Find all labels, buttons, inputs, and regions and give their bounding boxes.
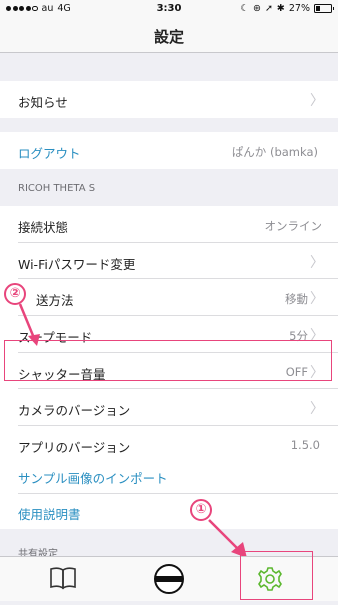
status-bar: au 4G 3:30 ☾ ⊛ ➚ ✱ 27% bbox=[0, 0, 338, 18]
annotation-arrow-2 bbox=[18, 303, 40, 346]
chevron-right-icon: 〉 bbox=[310, 93, 324, 109]
battery-percent: 27% bbox=[288, 3, 310, 14]
settings-row-manual[interactable]: 使用説明書 bbox=[0, 494, 338, 529]
chevron-right-icon: 〉 bbox=[310, 401, 324, 417]
settings-row-news[interactable]: お知らせ 〉 bbox=[0, 81, 338, 118]
sleep-value: 5分 bbox=[289, 329, 308, 343]
status-right: ☾ ⊛ ➚ ✱ 27% bbox=[240, 3, 334, 14]
chevron-right-icon: 〉 bbox=[310, 291, 324, 307]
chevron-right-icon: 〉 bbox=[310, 255, 324, 271]
gear-icon bbox=[258, 567, 282, 591]
theta-capture-icon bbox=[154, 564, 184, 594]
bluetooth-icon: ✱ bbox=[276, 3, 285, 14]
row-label: アプリのバージョン bbox=[18, 440, 131, 455]
settings-row-wifi-password[interactable]: Wi-Fiパスワード変更 〉 bbox=[0, 243, 338, 279]
navigation-bar: 設定 bbox=[0, 18, 338, 53]
page-title: 設定 bbox=[153, 28, 184, 46]
location-arrow-icon: ➚ bbox=[264, 3, 273, 14]
settings-row-sleep[interactable]: スープモード 5分 〉 bbox=[0, 316, 338, 353]
transfer-mode-value: 移動 bbox=[285, 292, 308, 306]
row-label: シャッター音量 bbox=[18, 367, 106, 382]
lock-rotation-icon: ⊛ bbox=[252, 3, 261, 14]
shutter-volume-value: OFF bbox=[285, 365, 308, 379]
row-label: Wi-Fiパスワード変更 bbox=[18, 257, 136, 272]
settings-row-shutter-volume[interactable]: シャッター音量 OFF 〉 bbox=[0, 353, 338, 389]
settings-group-device: 接続状態 オンライン Wi-Fiパスワード変更 〉 送方法 移動 〉 スープモー… bbox=[0, 206, 338, 482]
row-label: カメラのバージョン bbox=[18, 403, 131, 418]
tab-gallery[interactable] bbox=[34, 557, 94, 601]
tab-settings[interactable] bbox=[240, 557, 300, 601]
settings-row-transfer[interactable]: 送方法 移動 〉 bbox=[0, 279, 338, 316]
annotation-arrow-1 bbox=[208, 519, 247, 558]
row-label: 接続状態 bbox=[18, 220, 69, 235]
book-icon bbox=[50, 567, 76, 590]
connection-status: オンライン bbox=[264, 219, 323, 233]
settings-row-logout[interactable]: ログアウト ぱんか (bamka) bbox=[0, 132, 338, 169]
moon-icon: ☾ bbox=[240, 3, 249, 14]
tab-bar bbox=[0, 556, 338, 601]
settings-row-connection: 接続状態 オンライン bbox=[0, 206, 338, 243]
settings-row-app-version: アプリのバージョン 1.5.0 bbox=[0, 426, 338, 462]
settings-row-import-samples[interactable]: サンプル画像のインポート bbox=[0, 458, 338, 494]
app-version-value: 1.5.0 bbox=[290, 438, 320, 452]
manual-link[interactable]: 使用説明書 bbox=[18, 504, 81, 523]
import-samples-link[interactable]: サンプル画像のインポート bbox=[18, 468, 168, 487]
account-name: ぱんか (bamka) bbox=[231, 145, 318, 159]
logout-link[interactable]: ログアウト bbox=[18, 143, 81, 162]
tab-capture[interactable] bbox=[139, 557, 199, 601]
battery-icon bbox=[314, 4, 334, 13]
settings-row-camera-version[interactable]: カメラのバージョン 〉 bbox=[0, 389, 338, 426]
chevron-right-icon: 〉 bbox=[310, 328, 324, 344]
section-header-device: RICOH THETA S bbox=[18, 183, 96, 194]
row-label: お知らせ bbox=[18, 95, 68, 110]
chevron-right-icon: 〉 bbox=[310, 365, 324, 381]
